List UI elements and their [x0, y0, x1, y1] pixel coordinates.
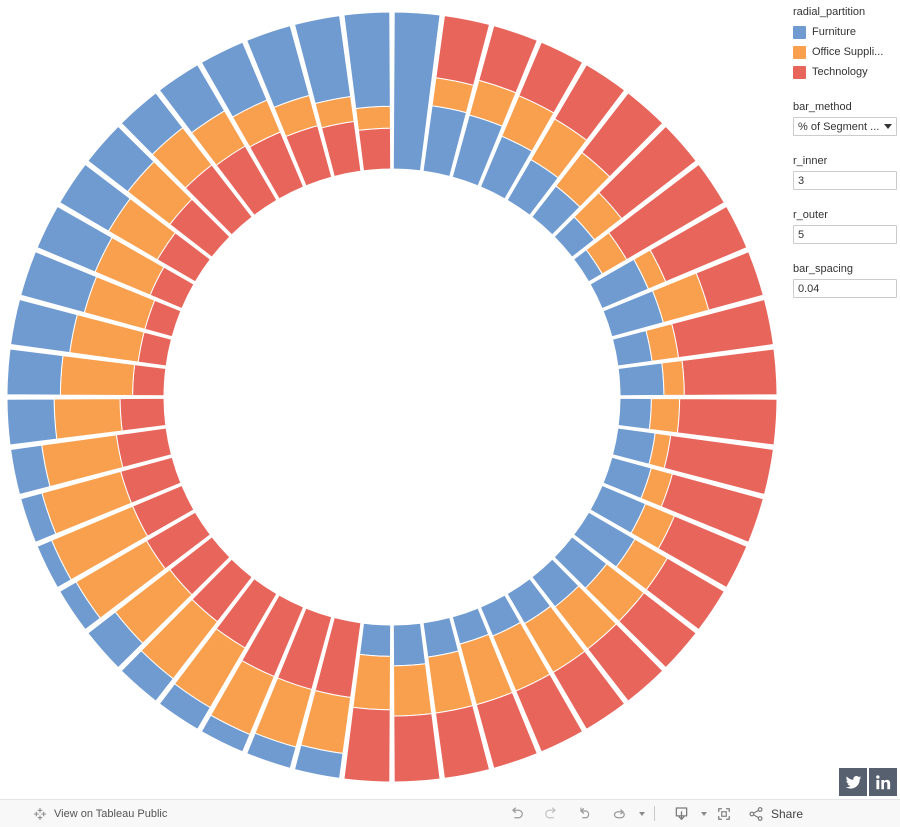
refresh-button[interactable]: [602, 801, 636, 827]
twitter-icon: [845, 775, 861, 789]
radial-bar-segment[interactable]: [119, 397, 167, 432]
radial-bar-segment[interactable]: [343, 11, 391, 110]
radial-bar-segment[interactable]: [6, 398, 58, 446]
undo-button[interactable]: [500, 801, 534, 827]
radial-bar-segment[interactable]: [6, 348, 64, 396]
radial-bar-segment[interactable]: [422, 616, 460, 658]
radial-bar-segment[interactable]: [611, 329, 653, 367]
fullscreen-button[interactable]: [707, 801, 741, 827]
radial-bar-segment[interactable]: [359, 622, 392, 657]
r-inner-value: 3: [798, 174, 805, 187]
r-outer-value: 5: [798, 228, 805, 241]
share-icon: [749, 806, 763, 821]
redo-button[interactable]: [534, 801, 568, 827]
r-inner-label: r_inner: [793, 155, 828, 167]
r-inner-input[interactable]: 3: [793, 171, 897, 190]
legend-swatch-furniture: [793, 25, 806, 39]
radial-bar-segment[interactable]: [617, 397, 652, 430]
download-button[interactable]: [664, 801, 698, 827]
radial-bar-segment[interactable]: [392, 622, 427, 667]
radial-stacked-bar-chart[interactable]: [0, 0, 785, 799]
radial-bar-segment[interactable]: [393, 663, 433, 717]
bar-spacing-input[interactable]: 0.04: [793, 279, 897, 298]
bar-spacing-label: bar_spacing: [793, 263, 853, 275]
legend-label-furniture: Furniture: [812, 26, 857, 38]
refresh-chevron-down-icon[interactable]: [639, 811, 645, 816]
revert-button[interactable]: [568, 801, 602, 827]
bar-method-label: bar_method: [793, 101, 852, 113]
radial-bar-segment[interactable]: [355, 105, 391, 131]
parameter-r-inner: r_inner 3: [793, 154, 900, 190]
redo-icon: [545, 806, 556, 818]
share-button[interactable]: Share: [747, 805, 803, 823]
parameter-bar-spacing: bar_spacing 0.04: [793, 262, 900, 298]
tableau-public-link[interactable]: View on Tableau Public: [0, 807, 500, 821]
radial-bar-segment[interactable]: [132, 364, 167, 397]
twitter-share-button[interactable]: [839, 768, 867, 796]
legend-title: radial_partition: [793, 6, 866, 18]
legend-label-technology: Technology: [812, 66, 868, 78]
toolbar-divider: [654, 806, 655, 821]
bottom-toolbar: View on Tableau Public Share: [0, 799, 900, 827]
legend-item-office-supplies[interactable]: Office Suppli...: [793, 42, 900, 62]
parameter-bar-method: bar_method % of Segment ...: [793, 100, 900, 136]
radial-bar-segment[interactable]: [59, 355, 136, 397]
revert-icon: [580, 806, 590, 818]
r-outer-input[interactable]: 5: [793, 225, 897, 244]
undo-icon: [512, 806, 523, 818]
download-icon: [675, 807, 687, 820]
radial-bar-segment[interactable]: [617, 362, 665, 397]
legend-swatch-office-supplies: [793, 45, 806, 59]
radial-bar-segment[interactable]: [648, 397, 681, 434]
legend-radial-partition: radial_partition Furniture Office Suppli…: [793, 5, 900, 82]
bar-spacing-value: 0.04: [798, 282, 820, 295]
tableau-dashboard: radial_partition Furniture Office Suppli…: [0, 0, 900, 827]
tableau-logo-icon: [34, 807, 46, 820]
legend-label-office-supplies: Office Suppli...: [812, 46, 884, 58]
r-outer-label: r_outer: [793, 209, 828, 221]
radial-bar-segment[interactable]: [53, 398, 123, 440]
bar-method-value: % of Segment ...: [798, 120, 880, 133]
radial-bar-segment[interactable]: [352, 653, 392, 711]
radial-chart-canvas[interactable]: [0, 0, 785, 799]
linkedin-icon: [875, 774, 890, 789]
controls-panel: radial_partition Furniture Office Suppli…: [785, 0, 900, 799]
radial-bar-segment[interactable]: [343, 706, 391, 783]
linkedin-share-button[interactable]: [869, 768, 897, 796]
radial-bar-segment[interactable]: [393, 713, 441, 783]
tableau-public-label: View on Tableau Public: [54, 807, 168, 820]
social-share-buttons: [839, 768, 897, 796]
legend-item-furniture[interactable]: Furniture: [793, 22, 900, 42]
radial-bar-segment[interactable]: [661, 359, 685, 396]
legend-item-technology[interactable]: Technology: [793, 62, 900, 82]
refresh-icon: [613, 808, 625, 818]
toolbar-actions: Share: [500, 801, 803, 827]
parameter-r-outer: r_outer 5: [793, 208, 900, 244]
fullscreen-icon: [718, 807, 730, 820]
radial-segments-group: [6, 11, 778, 783]
legend-swatch-technology: [793, 65, 806, 79]
radial-bar-segment[interactable]: [357, 127, 392, 172]
share-label: Share: [771, 806, 804, 821]
radial-bar-segment[interactable]: [681, 348, 778, 396]
bar-method-dropdown[interactable]: % of Segment ...: [793, 117, 897, 136]
chevron-down-icon: [884, 124, 892, 129]
